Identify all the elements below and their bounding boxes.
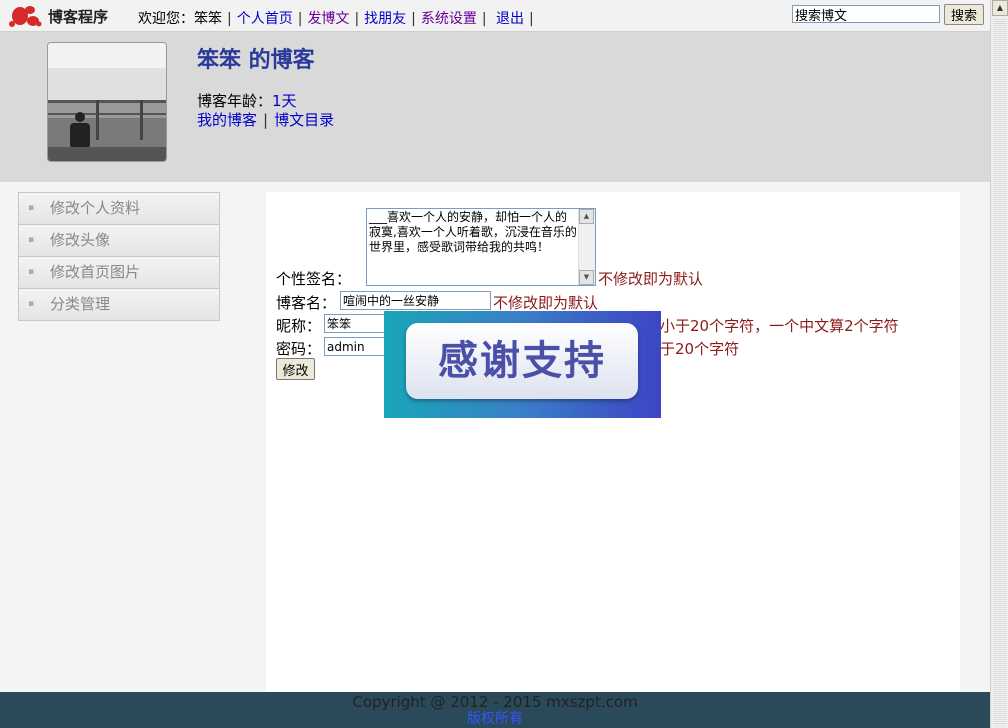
blogname-label: 博客名： [276, 294, 337, 312]
nav-settings-link[interactable]: 系统设置 [421, 11, 477, 27]
top-bar: 博客程序 欢迎您：笨笨 | 个人首页 | 发博文 | 找朋友 | 系统设置 | 退出 | 搜索 [0, 0, 990, 32]
site-brand[interactable]: 博客程序 [48, 6, 108, 27]
signature-scrollbar[interactable]: ▲ ▼ [578, 209, 595, 285]
signature-hint: 不修改即为默认 [598, 270, 704, 288]
nav-logout-link[interactable]: 退出 [496, 11, 524, 27]
scroll-up-icon[interactable]: ▲ [579, 209, 594, 224]
password-hint: 于20个字符 [660, 340, 740, 358]
thanks-popup[interactable]: 感谢支持 [384, 311, 661, 418]
side-menu: ▪ 修改个人资料 ▪ 修改头像 ▪ 修改首页图片 ▪ 分类管理 [18, 192, 220, 321]
signature-textarea[interactable]: ___喜欢一个人的安静，却怕一个人的寂寞,喜欢一个人听着歌，沉浸在音乐的世界里，… [366, 208, 596, 286]
sidebar-item-edit-profile[interactable]: ▪ 修改个人资料 [18, 192, 220, 224]
avatar [47, 42, 167, 162]
bullet-icon: ▪ [28, 203, 35, 213]
signature-text: ___喜欢一个人的安静，却怕一个人的寂寞,喜欢一个人听着歌，沉浸在音乐的世界里，… [369, 210, 577, 254]
nav-home-link[interactable]: 个人首页 [237, 11, 293, 27]
blog-title: 笨笨 的博客 [197, 48, 315, 73]
nickname-hint: 小于20个字符，一个中文算2个字符 [660, 317, 899, 335]
search-button[interactable]: 搜索 [944, 4, 984, 25]
submit-button[interactable]: 修改 [276, 358, 315, 380]
blog-header: 笨笨 的博客 博客年龄：1天 我的博客 | 博文目录 [0, 32, 990, 182]
copyright-text: Copyright @ 2012 - 2015 mxszpt.com [352, 693, 638, 711]
footer: Copyright @ 2012 - 2015 mxszpt.com 版权所有 [0, 692, 990, 728]
avatar-photo [48, 43, 166, 161]
thanks-text: 感谢支持 [438, 337, 606, 384]
blog-age: 博客年龄：1天 [197, 90, 297, 111]
blogname-field[interactable] [340, 291, 491, 310]
scrollbar-track[interactable] [993, 18, 1007, 724]
sidebar-item-edit-home-image[interactable]: ▪ 修改首页图片 [18, 256, 220, 288]
bullet-icon: ▪ [28, 267, 35, 277]
rights-link[interactable]: 版权所有 [0, 711, 990, 727]
sidebar-item-label: 修改头像 [50, 231, 111, 249]
blog-links: 我的博客 | 博文目录 [197, 111, 335, 129]
thanks-badge[interactable]: 感谢支持 [406, 323, 638, 399]
sidebar-item-label: 修改个人资料 [50, 199, 141, 217]
welcome-text: 欢迎您：笨笨 [138, 11, 222, 27]
top-nav: 欢迎您：笨笨 | 个人首页 | 发博文 | 找朋友 | 系统设置 | 退出 | [138, 11, 534, 27]
scroll-down-icon[interactable]: ▼ [579, 270, 594, 285]
password-label: 密码： [276, 340, 322, 358]
signature-label: 个性签名： [276, 270, 352, 288]
bullet-icon: ▪ [28, 235, 35, 245]
sidebar-item-edit-avatar[interactable]: ▪ 修改头像 [18, 224, 220, 256]
search-input[interactable] [792, 5, 940, 23]
article-list-link[interactable]: 博文目录 [274, 111, 334, 129]
logo-icon[interactable] [8, 4, 42, 28]
page-scrollbar[interactable]: ▲ [990, 0, 1008, 728]
my-blog-link[interactable]: 我的博客 [197, 111, 257, 129]
blogname-hint: 不修改即为默认 [493, 294, 599, 312]
sidebar-item-label: 修改首页图片 [50, 263, 141, 281]
sidebar-item-label: 分类管理 [50, 295, 111, 313]
nickname-label: 昵称： [276, 317, 322, 335]
blog-age-value: 1天 [272, 92, 297, 110]
sidebar-item-category-management[interactable]: ▪ 分类管理 [18, 288, 220, 321]
scroll-up-icon[interactable]: ▲ [992, 0, 1008, 16]
bullet-icon: ▪ [28, 299, 35, 309]
nav-post-link[interactable]: 发博文 [307, 11, 349, 27]
blog-age-label: 博客年龄： [197, 92, 273, 110]
nav-friends-link[interactable]: 找朋友 [364, 11, 406, 27]
main-panel: 个性签名： ___喜欢一个人的安静，却怕一个人的寂寞,喜欢一个人听着歌，沉浸在音… [266, 192, 960, 692]
